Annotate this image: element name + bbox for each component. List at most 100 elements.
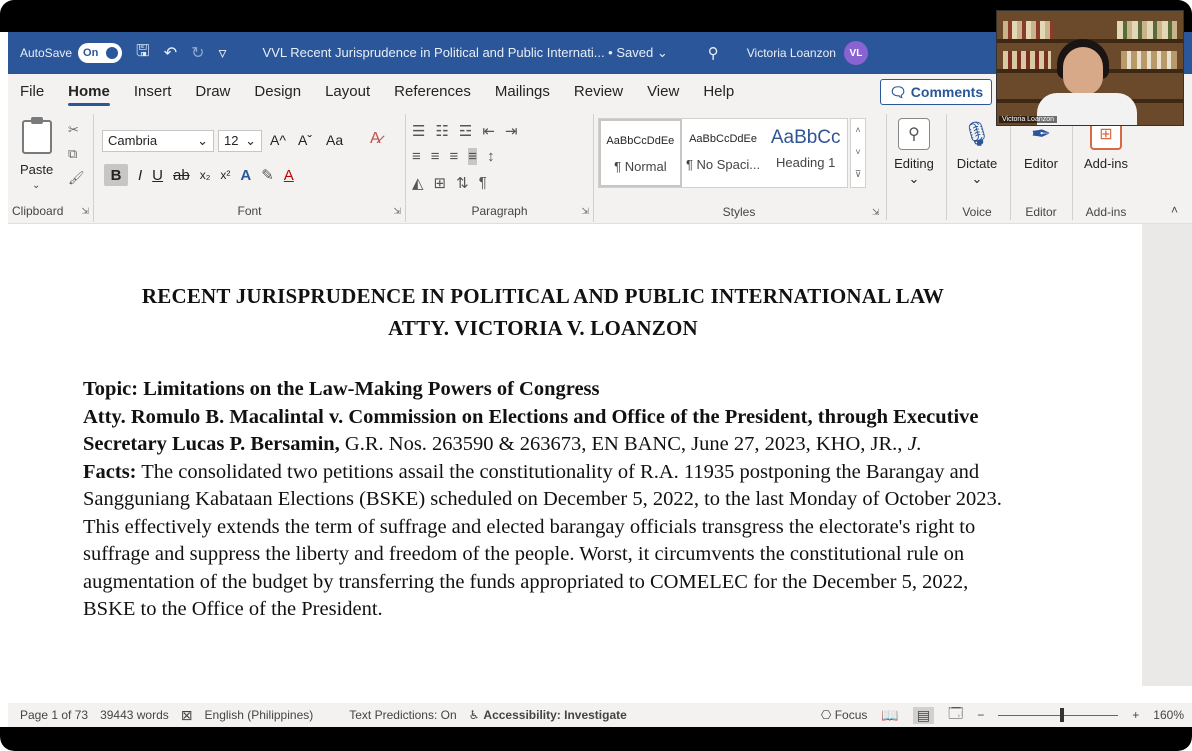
vertical-scrollbar[interactable] (1142, 224, 1192, 686)
text-predictions[interactable]: Text Predictions: On (349, 708, 456, 722)
editor-group-label: Editor (1025, 205, 1057, 219)
dialog-launcher-icon[interactable]: ⇲ (872, 207, 880, 218)
bullets-icon[interactable]: ☰ (412, 122, 425, 140)
bold-button[interactable]: B (104, 164, 128, 186)
save-icon[interactable]: 🖫 (136, 40, 150, 67)
print-layout-icon[interactable]: ▤ (912, 706, 935, 724)
accessibility-icon[interactable]: ♿ (469, 708, 480, 722)
tab-file[interactable]: File (8, 74, 56, 110)
subscript-button[interactable]: x₂ (200, 168, 211, 182)
undo-icon[interactable]: ↶ (164, 43, 177, 63)
read-mode-icon[interactable]: 📖 (881, 707, 898, 724)
proofing-icon[interactable]: ⊠ (181, 707, 193, 724)
dialog-launcher-icon[interactable]: ⇲ (393, 206, 401, 217)
paragraph-label: Paragraph (471, 204, 528, 218)
accessibility-status[interactable]: Accessibility: Investigate (483, 708, 626, 722)
shading-icon[interactable]: ◭ (412, 174, 424, 192)
style-name: Heading 1 (776, 155, 836, 170)
editing-button[interactable]: ⚲ Editing ⌄ (888, 118, 940, 187)
collapse-ribbon-icon[interactable]: ˄ (1171, 203, 1178, 217)
word-count[interactable]: 39443 words (100, 708, 169, 722)
divider (886, 114, 887, 220)
style-sample: AaBbCcDdEe (606, 135, 675, 147)
tab-help[interactable]: Help (691, 74, 746, 110)
chevron-down-icon[interactable]: ˅ (851, 141, 865, 163)
highlight-icon[interactable]: ✎ (261, 166, 274, 184)
web-layout-icon[interactable]: 🗔 (948, 703, 963, 727)
search-icon[interactable]: ⚲ (708, 44, 719, 62)
style-name: ¶ Normal (614, 159, 667, 174)
document-page[interactable]: RECENT JURISPRUDENCE IN POLITICAL AND PU… (8, 224, 1142, 686)
comments-button[interactable]: 🗨 Comments (880, 79, 993, 105)
copy-icon[interactable]: ⧉ (68, 146, 77, 162)
numbering-icon[interactable]: ☷ (435, 122, 448, 140)
show-marks-icon[interactable]: ¶ (479, 174, 487, 192)
dictate-label: Dictate (956, 156, 998, 171)
status-bar: Page 1 of 73 39443 words ⊠ English (Phil… (8, 703, 1192, 727)
tab-review[interactable]: Review (562, 74, 635, 110)
language[interactable]: English (Philippines) (205, 708, 314, 722)
paste-button[interactable]: Paste (20, 162, 53, 177)
font-size-select[interactable]: 12 ⌄ (218, 130, 262, 152)
borders-icon[interactable]: ⊞ (434, 174, 447, 192)
font-name-select[interactable]: Cambria ⌄ (102, 130, 214, 152)
dictate-button[interactable]: 🎙 Dictate ⌄ (950, 118, 1004, 187)
style-heading-1[interactable]: AaBbCc Heading 1 (764, 119, 847, 187)
align-center-icon[interactable]: ≡ (431, 148, 440, 165)
increase-indent-icon[interactable]: ⇥ (505, 122, 518, 140)
tab-home[interactable]: Home (56, 74, 122, 110)
italic-button[interactable]: I (138, 167, 142, 184)
dialog-launcher-icon[interactable]: ⇲ (81, 206, 89, 217)
paste-icon[interactable] (22, 117, 52, 154)
grow-font-button[interactable]: A^ (270, 132, 286, 148)
user-name[interactable]: Victoria Loanzon (747, 46, 836, 60)
customize-toolbar-icon[interactable]: ▿ (219, 43, 227, 63)
text-effects-icon[interactable]: A (240, 167, 251, 184)
zoom-out-button[interactable]: − (977, 708, 984, 722)
document-title[interactable]: VVL Recent Jurisprudence in Political an… (263, 45, 668, 61)
tab-layout[interactable]: Layout (313, 74, 382, 110)
tab-design[interactable]: Design (242, 74, 313, 110)
avatar[interactable]: VL (843, 41, 868, 65)
style-normal[interactable]: AaBbCcDdEe ¶ Normal (599, 119, 682, 187)
chevron-down-icon: ⌄ (197, 133, 208, 148)
more-styles-icon[interactable]: ⊽ (851, 163, 865, 185)
zoom-in-button[interactable]: + (1132, 708, 1139, 722)
chevron-down-icon[interactable]: ⌄ (32, 180, 40, 191)
align-right-icon[interactable]: ≡ (450, 148, 459, 165)
decrease-indent-icon[interactable]: ⇤ (482, 122, 495, 140)
clear-formatting-icon[interactable]: A̷ (370, 130, 381, 148)
styles-scroll[interactable]: ˄ ˅ ⊽ (850, 118, 866, 188)
style-no-spacing[interactable]: AaBbCcDdEe ¶ No Spaci... (682, 119, 765, 187)
justify-icon[interactable]: ≡ (468, 148, 478, 165)
books (1121, 51, 1177, 69)
superscript-button[interactable]: x² (220, 168, 230, 182)
tab-view[interactable]: View (635, 74, 691, 110)
redo-icon[interactable]: ↻ (191, 43, 204, 63)
search-icon: ⚲ (898, 118, 930, 150)
autosave-toggle[interactable]: On (78, 43, 123, 63)
strikethrough-button[interactable]: ab (173, 167, 190, 184)
change-case-button[interactable]: Aa (326, 132, 343, 148)
shrink-font-button[interactable]: Aˇ (298, 132, 312, 148)
sort-icon[interactable]: ⇅ (456, 174, 469, 192)
zoom-slider[interactable] (998, 707, 1119, 722)
zoom-slider-thumb[interactable] (1060, 707, 1065, 722)
zoom-level[interactable]: 160% (1153, 708, 1184, 722)
cut-icon[interactable]: ✂ (68, 122, 79, 138)
focus-button[interactable]: ⎔ Focus (821, 708, 868, 722)
page-count[interactable]: Page 1 of 73 (20, 708, 88, 722)
webcam-overlay: Victoria Loanzon (996, 10, 1184, 126)
format-painter-icon[interactable]: 🖌 (68, 170, 85, 186)
chevron-up-icon[interactable]: ˄ (851, 119, 865, 141)
tab-insert[interactable]: Insert (122, 74, 184, 110)
line-spacing-icon[interactable]: ↕ (487, 148, 495, 165)
tab-mailings[interactable]: Mailings (483, 74, 562, 110)
multilevel-list-icon[interactable]: ☲ (459, 122, 472, 140)
underline-button[interactable]: U (152, 167, 163, 184)
dialog-launcher-icon[interactable]: ⇲ (581, 206, 589, 217)
tab-references[interactable]: References (382, 74, 483, 110)
tab-draw[interactable]: Draw (183, 74, 242, 110)
font-color-icon[interactable]: A (284, 167, 294, 184)
align-left-icon[interactable]: ≡ (412, 148, 421, 165)
